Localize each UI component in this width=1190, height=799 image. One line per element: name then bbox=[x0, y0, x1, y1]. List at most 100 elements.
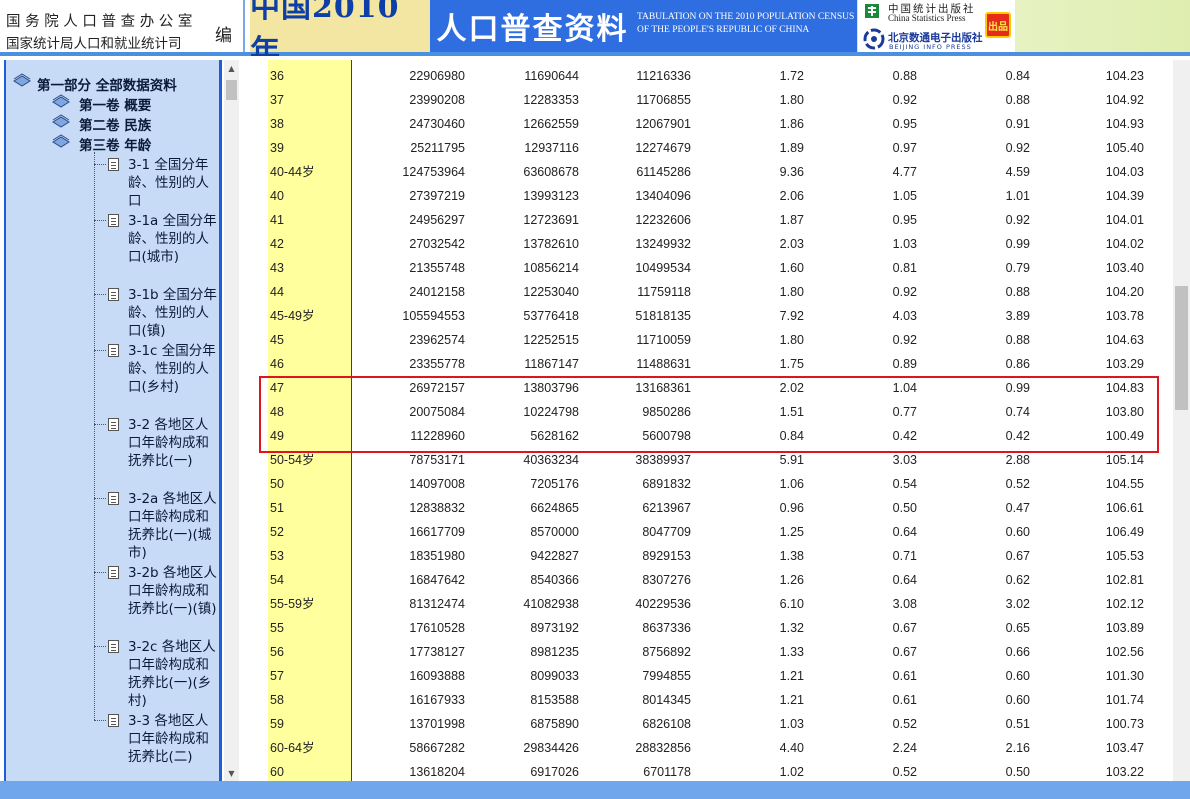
female-population-cell: 51818135 bbox=[635, 309, 691, 323]
tree-item-label[interactable]: 3-2b 各地区人口年龄构成和抚养比(一)(镇) bbox=[128, 564, 218, 618]
female-population-cell: 8929153 bbox=[642, 549, 691, 563]
total-percent-cell: 1.26 bbox=[779, 573, 804, 587]
total-population-cell: 25211795 bbox=[410, 141, 465, 155]
table-row: 46 23355778 11867147 11488631 1.75 0.89 0.86 10… bbox=[240, 352, 1170, 376]
female-percent-cell: 0.92 bbox=[1005, 213, 1030, 227]
table-row: 58 16167933 8153588 8014345 1.21 0.61 0.60 101.… bbox=[240, 688, 1170, 712]
tree-item-label[interactable]: 3-2c 各地区人口年龄构成和抚养比(一)(乡村) bbox=[128, 638, 218, 710]
tree-item-label[interactable]: 3-1c 全国分年龄、性别的人口(乡村) bbox=[128, 342, 218, 396]
female-percent-cell: 3.89 bbox=[1005, 309, 1030, 323]
female-population-cell: 12274679 bbox=[635, 141, 691, 155]
male-population-cell: 11867147 bbox=[524, 357, 579, 371]
male-population-cell: 8540366 bbox=[530, 573, 579, 587]
total-percent-cell: 1.21 bbox=[779, 669, 804, 683]
tree-item-label[interactable]: 3-1 全国分年龄、性别的人口 bbox=[128, 156, 218, 210]
document-icon bbox=[108, 640, 119, 653]
female-percent-cell: 0.65 bbox=[1005, 621, 1030, 635]
male-percent-cell: 1.05 bbox=[892, 189, 917, 203]
scrollbar-thumb[interactable] bbox=[226, 80, 237, 100]
tree-volume-3[interactable]: 第三卷 年龄 bbox=[79, 134, 151, 154]
male-population-cell: 41082938 bbox=[523, 597, 579, 611]
sidebar: 第一部分 全部数据资料 第一卷 概要 第二卷 民族 第三卷 年龄 3-1 全国分… bbox=[0, 56, 240, 781]
total-population-cell: 27032542 bbox=[409, 237, 465, 251]
female-population-cell: 13249932 bbox=[635, 237, 691, 251]
male-percent-cell: 0.67 bbox=[892, 621, 917, 635]
tree-part-1[interactable]: 第一部分 全部数据资料 bbox=[37, 74, 177, 94]
female-percent-cell: 0.92 bbox=[1005, 141, 1030, 155]
total-percent-cell: 0.96 bbox=[779, 501, 804, 515]
highlight-box bbox=[259, 376, 1159, 453]
table-row: 56 17738127 8981235 8756892 1.33 0.67 0.66 102.… bbox=[240, 640, 1170, 664]
male-percent-cell: 0.89 bbox=[892, 357, 917, 371]
total-population-cell: 81312474 bbox=[409, 597, 465, 611]
total-population-cell: 24956297 bbox=[409, 213, 465, 227]
male-percent-cell: 0.81 bbox=[892, 261, 917, 275]
table-row: 55-59岁 81312474 41082938 40229536 6.10 3.08 3.… bbox=[240, 592, 1170, 616]
total-population-cell: 58667282 bbox=[409, 741, 465, 755]
tree-item-label[interactable]: 3-1b 全国分年龄、性别的人口(镇) bbox=[128, 286, 218, 340]
age-label-cell: 60 bbox=[270, 765, 284, 779]
total-population-cell: 16617709 bbox=[409, 525, 465, 539]
age-label-cell: 36 bbox=[270, 69, 284, 83]
male-percent-cell: 4.03 bbox=[892, 309, 917, 323]
female-percent-cell: 0.88 bbox=[1005, 285, 1030, 299]
tree-item-label[interactable]: 3-3 各地区人口年龄构成和抚养比(二) bbox=[128, 712, 218, 766]
total-percent-cell: 1.80 bbox=[779, 93, 804, 107]
female-population-cell: 13404096 bbox=[635, 189, 691, 203]
scroll-down-arrow-icon[interactable]: ▼ bbox=[224, 765, 239, 781]
book-open-icon bbox=[52, 134, 70, 148]
male-population-cell: 29834426 bbox=[523, 741, 579, 755]
age-label-cell: 50 bbox=[270, 477, 284, 491]
total-population-cell: 12838832 bbox=[409, 501, 465, 515]
female-percent-cell: 0.60 bbox=[1005, 525, 1030, 539]
sidebar-scrollbar[interactable]: ▲ ▼ bbox=[224, 60, 239, 781]
age-label-cell: 43 bbox=[270, 261, 284, 275]
age-label-cell: 55 bbox=[270, 621, 284, 635]
female-population-cell: 11759118 bbox=[637, 285, 691, 299]
age-label-cell: 45-49岁 bbox=[270, 309, 315, 323]
male-population-cell: 8570000 bbox=[530, 525, 579, 539]
male-percent-cell: 0.67 bbox=[892, 645, 917, 659]
table-row: 54 16847642 8540366 8307276 1.26 0.64 0.62 102.… bbox=[240, 568, 1170, 592]
age-label-cell: 56 bbox=[270, 645, 284, 659]
total-percent-cell: 1.21 bbox=[779, 693, 804, 707]
tree-item-label[interactable]: 3-2a 各地区人口年龄构成和抚养比(一)(城市) bbox=[128, 490, 218, 562]
product-badge: 出品 bbox=[985, 12, 1011, 38]
age-label-cell: 38 bbox=[270, 117, 284, 131]
female-percent-cell: 0.66 bbox=[1005, 645, 1030, 659]
total-population-cell: 16847642 bbox=[409, 573, 465, 587]
age-label-cell: 40 bbox=[270, 189, 284, 203]
sex-ratio-cell: 104.01 bbox=[1105, 213, 1144, 227]
total-percent-cell: 1.06 bbox=[779, 477, 804, 491]
male-population-cell: 8153588 bbox=[530, 693, 579, 707]
header-office: 国务院人口普查办公室 bbox=[6, 14, 197, 30]
female-percent-cell: 1.01 bbox=[1005, 189, 1030, 203]
total-percent-cell: 1.33 bbox=[779, 645, 804, 659]
tree-item-label[interactable]: 3-2 各地区人口年龄构成和抚养比(一) bbox=[128, 416, 218, 470]
tree-item-label[interactable]: 3-1a 全国分年龄、性别的人口(城市) bbox=[128, 212, 218, 266]
scroll-up-arrow-icon[interactable]: ▲ bbox=[224, 60, 239, 76]
male-percent-cell: 0.95 bbox=[892, 213, 917, 227]
total-population-cell: 13618204 bbox=[409, 765, 465, 779]
male-population-cell: 13782610 bbox=[523, 237, 579, 251]
male-population-cell: 10856214 bbox=[523, 261, 579, 275]
total-percent-cell: 1.25 bbox=[779, 525, 804, 539]
total-population-cell: 13701998 bbox=[409, 717, 465, 731]
tree-volume-1[interactable]: 第一卷 概要 bbox=[79, 94, 151, 114]
table-row: 53 18351980 9422827 8929153 1.38 0.71 0.67 105.… bbox=[240, 544, 1170, 568]
male-percent-cell: 0.52 bbox=[892, 717, 917, 731]
sex-ratio-cell: 105.53 bbox=[1105, 549, 1144, 563]
total-percent-cell: 2.06 bbox=[779, 189, 804, 203]
total-percent-cell: 1.03 bbox=[779, 717, 804, 731]
document-icon bbox=[108, 566, 119, 579]
male-percent-cell: 0.64 bbox=[892, 525, 917, 539]
male-percent-cell: 0.50 bbox=[892, 501, 917, 515]
female-percent-cell: 0.91 bbox=[1005, 117, 1030, 131]
scrollbar-thumb[interactable] bbox=[1175, 286, 1188, 410]
table-scrollbar[interactable] bbox=[1173, 60, 1190, 781]
app-header: 国务院人口普查办公室 国家统计局人口和就业统计司 编 中国2010年 人口普查资… bbox=[0, 0, 1190, 69]
female-population-cell: 61145286 bbox=[636, 165, 691, 179]
tree-volume-2[interactable]: 第二卷 民族 bbox=[79, 114, 151, 134]
sex-ratio-cell: 105.40 bbox=[1105, 141, 1144, 155]
table-row: 38 24730460 12662559 12067901 1.86 0.95 0.91 10… bbox=[240, 112, 1170, 136]
